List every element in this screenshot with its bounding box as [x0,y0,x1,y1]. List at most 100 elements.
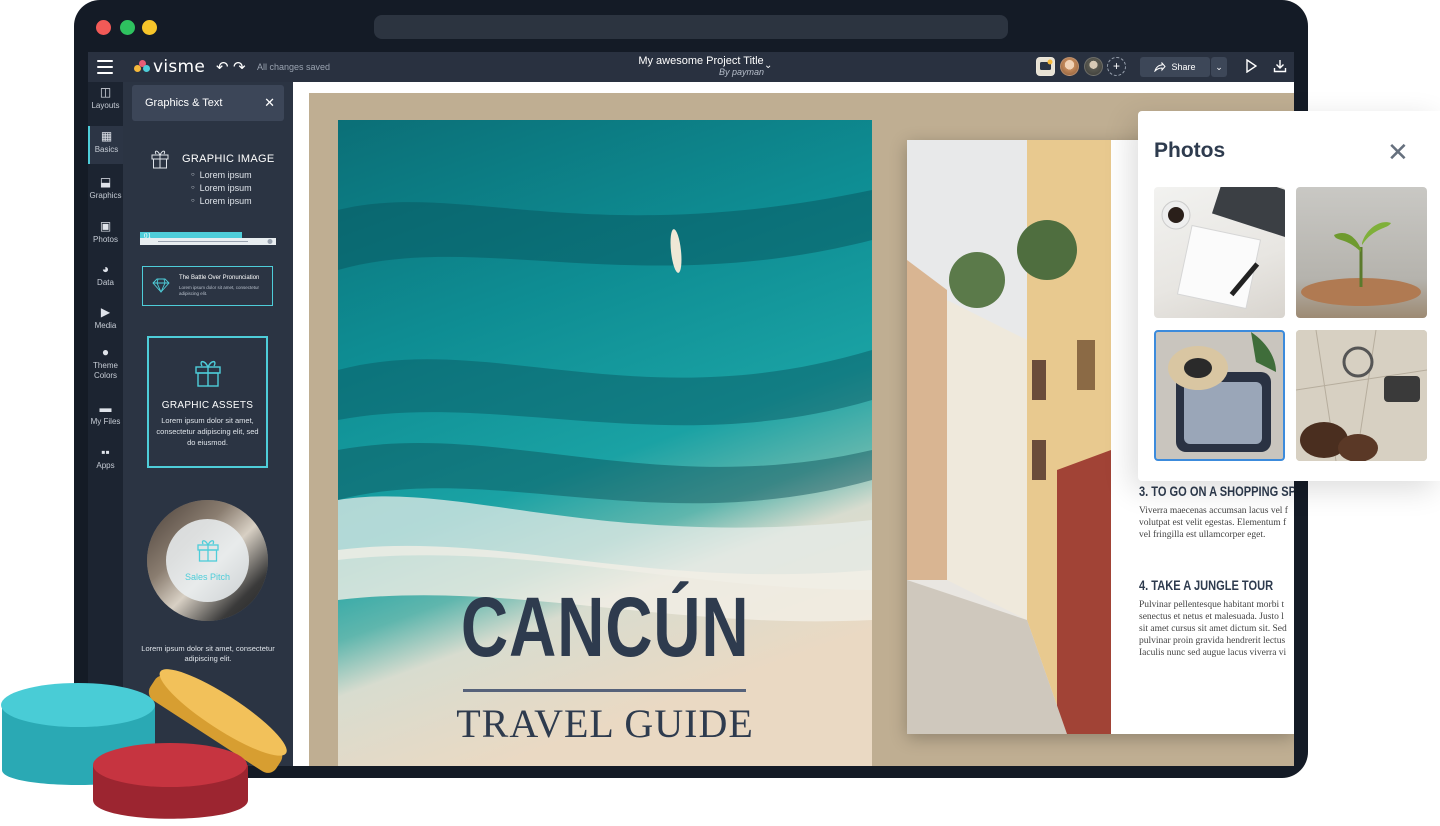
avatar[interactable] [1084,57,1103,76]
gift-icon [151,150,169,169]
shapes-icon: ▦ [100,129,113,143]
share-button[interactable]: Share [1140,57,1210,77]
share-dropdown-chevron-icon[interactable]: ⌄ [1211,57,1227,77]
body-line: Pulvinar pellentesque habitant morbi t [1139,600,1285,610]
cover-title[interactable]: CANCÚN [397,579,814,676]
close-icon[interactable]: ✕ [264,85,275,121]
section-body: Viverra maecenas accumsan lacus vel f vo… [1139,505,1294,541]
undo-icon[interactable]: ↶ [216,58,229,76]
left-nav: ◫ Layouts ▦ Basics ⬓ Graphics ▣ Photos ◕… [88,82,123,766]
battle-text-block[interactable]: The Battle Over Pronunciation Lorem ipsu… [142,266,273,306]
share-icon [1154,62,1167,72]
photo-thumb-map[interactable] [1296,330,1427,461]
nav-item-data[interactable]: ◕ Data [88,262,123,296]
planner-photo [1161,187,1285,310]
nav-item-label: Basics [94,145,119,154]
ribbon-graphic[interactable] [140,232,276,246]
avatar[interactable] [1060,57,1079,76]
photo-thumb-plant[interactable] [1296,187,1427,318]
menu-icon[interactable] [97,60,113,74]
window-minimize-dot[interactable] [142,20,157,35]
body-line: senectus et netus et malesuada. Justo l [1139,612,1284,622]
comments-icon[interactable] [1036,57,1055,76]
body-line: volutpat est velit egestas. Elementum f [1139,518,1287,528]
photo-thumb-planner[interactable] [1154,187,1285,318]
panel-title: Graphics & Text [145,97,223,109]
suitcase-photo [1168,332,1276,452]
gift-icon [197,540,219,562]
nav-item-media[interactable]: ▶ Media [88,305,123,339]
nav-item-label: Apps [96,461,115,470]
palette-icon: ● [101,345,110,359]
photo-icon: ▣ [99,219,112,233]
top-toolbar: visme ↶ ↷ All changes saved My awesome P… [88,52,1294,82]
sales-pitch-caption: Lorem ipsum dolor sit amet, consectetur … [141,644,275,663]
nav-item-apps[interactable]: ▪▪ Apps [88,445,123,479]
graphic-assets-block[interactable]: GRAPHIC ASSETS Lorem ipsum dolor sit ame… [147,336,268,468]
nav-item-label: Theme Colors [93,361,118,380]
brand-name: visme [153,57,206,77]
close-icon[interactable]: ✕ [1387,137,1409,168]
body-line: Iaculis nunc sed augue lacus viverra vi [1139,648,1287,658]
photos-title: Photos [1154,139,1226,162]
map-boots-photo [1296,330,1427,461]
share-label: Share [1171,62,1196,72]
graphics-icon: ⬓ [99,175,112,189]
battle-body: Lorem ipsum dolor sit amet, consectetur … [179,285,260,296]
cover-divider [463,689,746,692]
graphic-image-list: Lorem ipsum Lorem ipsum Lorem ipsum [191,169,252,208]
project-title[interactable]: My awesome Project Title [626,55,776,67]
nav-item-theme-colors[interactable]: ● Theme Colors [88,345,123,389]
body-line: sit amet cursus sit amet dictum sit. Sed [1139,624,1287,634]
nav-item-label: Graphics [89,191,122,200]
play-icon[interactable] [1245,59,1257,73]
photo-thumb-suitcase[interactable] [1154,330,1285,461]
chart-icon: ◕ [101,262,110,276]
cover-page[interactable]: CANCÚN TRAVEL GUIDE [338,120,872,766]
list-item: Lorem ipsum [191,169,252,182]
brand-logo: visme [134,57,205,77]
body-line: pulvinar proin gravida hendrerit lectus [1139,636,1286,646]
sales-pitch-graphic[interactable]: Sales Pitch [147,500,268,621]
graphics-text-panel: Graphics & Text ✕ GRAPHIC IMAGE Lorem ip… [123,82,293,766]
address-bar[interactable] [374,15,1008,39]
diamond-icon [152,278,170,293]
decorative-cylinders [1,669,287,819]
chevron-down-icon[interactable]: ⌄ [764,60,772,71]
section-jungle[interactable]: 4. TAKE A JUNGLE TOUR Pulvinar pellentes… [1139,578,1294,659]
street-photo [907,140,1111,734]
window-maximize-dot[interactable] [120,20,135,35]
battle-title: The Battle Over Pronunciation [179,275,260,281]
ribbon-number: 01 [144,232,151,240]
nav-item-label: My Files [90,417,121,426]
nav-item-label: Media [94,321,117,330]
nav-item-graphics[interactable]: ⬓ Graphics [88,175,123,209]
download-icon[interactable] [1273,59,1287,73]
app-screen: visme ↶ ↷ All changes saved My awesome P… [88,52,1294,766]
add-collaborator-icon[interactable]: + [1107,57,1126,76]
project-title-block[interactable]: My awesome Project Title By payman [626,55,776,77]
redo-icon[interactable]: ↷ [233,58,246,76]
folder-icon: ▬ [99,401,112,415]
graphic-assets-body: Lorem ipsum dolor sit amet, consectetur … [156,416,259,447]
nav-item-label: Layouts [91,101,120,110]
photos-panel: Photos ✕ [1138,111,1440,481]
nav-item-photos[interactable]: ▣ Photos [88,219,123,253]
apps-icon: ▪▪ [101,445,110,459]
panel-header: Graphics & Text ✕ [132,85,284,121]
graphic-assets-title: GRAPHIC ASSETS [161,400,254,411]
section-body: Pulvinar pellentesque habitant morbi t s… [1139,599,1294,659]
nav-item-my-files[interactable]: ▬ My Files [88,401,123,435]
sales-pitch-label: Sales Pitch [184,572,231,582]
nav-item-basics[interactable]: ▦ Basics [88,126,123,164]
save-status: All changes saved [257,62,331,72]
window-close-dot[interactable] [96,20,111,35]
section-shopping[interactable]: 3. TO GO ON A SHOPPING SPR Viverra maece… [1139,484,1294,541]
nav-item-label: Data [97,278,114,287]
section-heading: 3. TO GO ON A SHOPPING SPR [1139,484,1294,499]
body-line: Viverra maecenas accumsan lacus vel f [1139,506,1288,516]
cover-subtitle[interactable]: TRAVEL GUIDE [338,700,872,747]
nav-item-layouts[interactable]: ◫ Layouts [88,85,123,119]
list-item: Lorem ipsum [191,182,252,195]
gift-icon [195,360,221,387]
